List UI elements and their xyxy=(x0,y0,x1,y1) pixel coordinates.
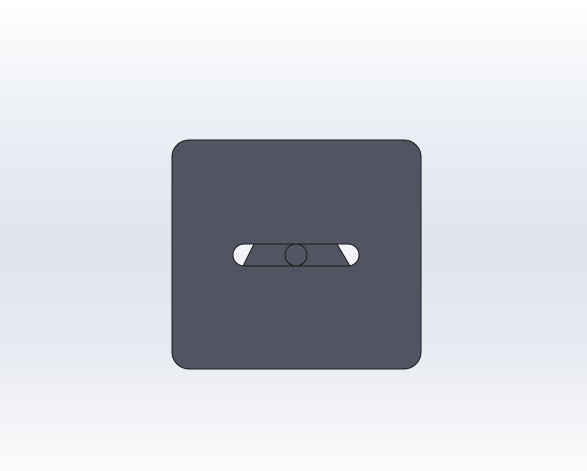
graphics-viewport[interactable] xyxy=(0,0,587,471)
model-view[interactable] xyxy=(0,0,587,471)
center-pin[interactable] xyxy=(284,243,308,267)
